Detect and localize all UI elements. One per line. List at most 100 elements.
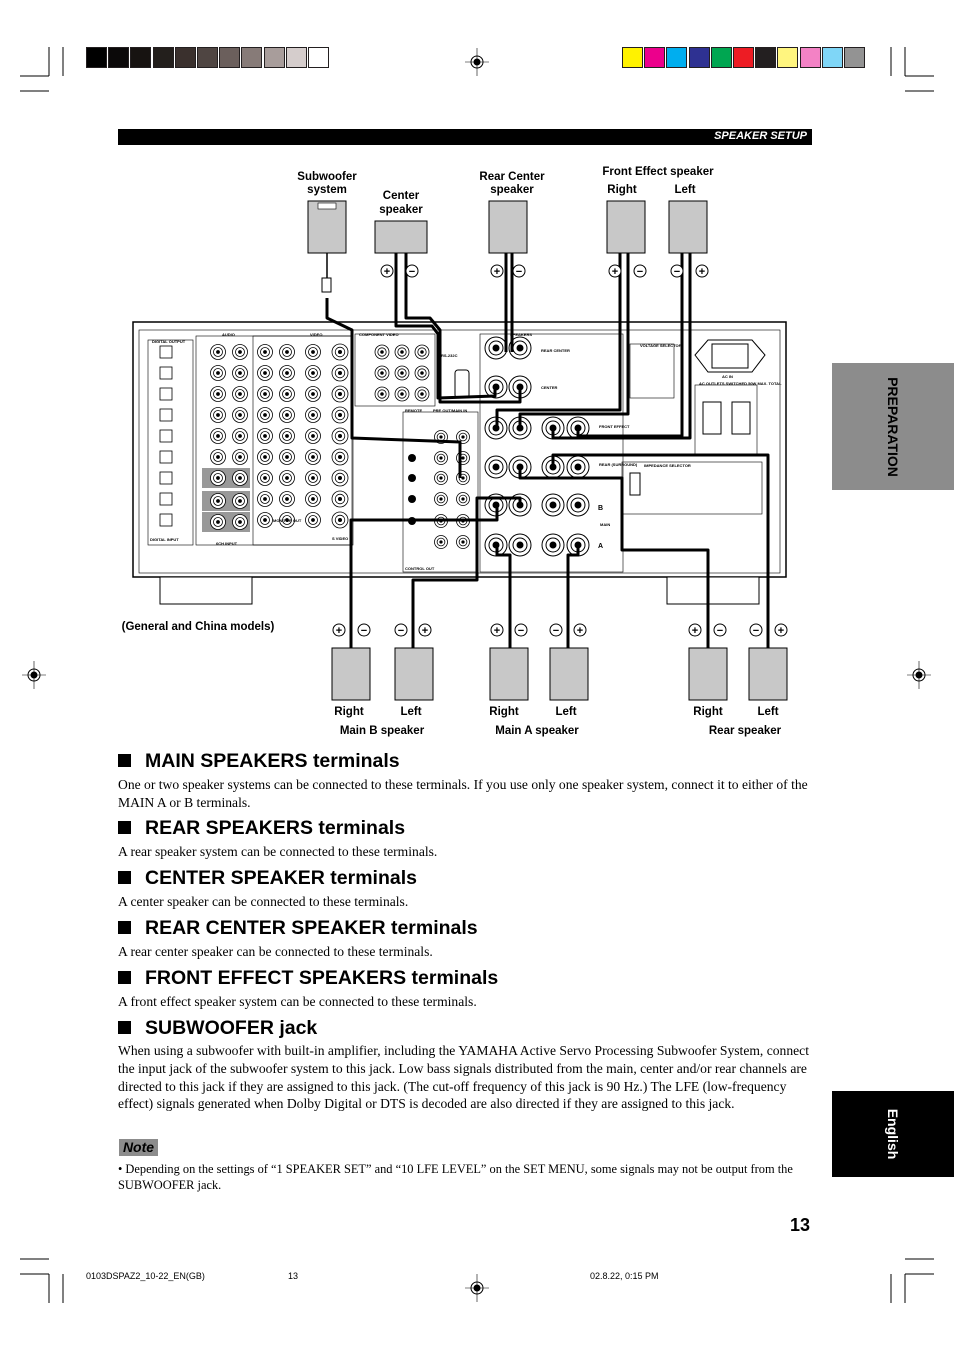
rca-jack-icon [434, 451, 448, 465]
speaker-terminal-icon [484, 336, 508, 360]
color-swatch [130, 47, 152, 68]
rear-center-label-1: Rear Center [479, 171, 545, 183]
rca-jack-icon [305, 344, 321, 360]
optical-jack-icon [159, 345, 173, 359]
svg-text:+: + [336, 625, 342, 637]
plus-terminal-icon: + [490, 623, 504, 637]
minus-terminal-icon: − [394, 623, 408, 637]
svg-text:−: − [516, 266, 522, 278]
body-rear-speakers: A rear speaker system can be connected t… [118, 844, 438, 859]
label-remote: REMOTE [405, 408, 422, 413]
svg-text:+: + [612, 266, 618, 278]
label-control-out: CONTROL OUT [405, 566, 435, 571]
svg-text:+: + [494, 625, 500, 637]
subwoofer-label-1: Subwoofer [297, 171, 357, 183]
registration-marks [22, 48, 931, 1302]
color-swatch [197, 47, 218, 68]
label-pre-out: PRE OUT/MAIN IN [433, 408, 467, 413]
plus-terminal-icon: + [688, 623, 702, 637]
heading-rear-speakers: REAR SPEAKERS terminals [118, 817, 405, 840]
label-main: MAIN [600, 522, 610, 527]
rca-jack-icon [210, 514, 226, 530]
rca-jack-icon [331, 385, 349, 403]
label-rear: REAR (SURROUND) [599, 462, 638, 467]
color-swatch [86, 47, 107, 68]
rca-jack-icon [257, 344, 273, 360]
rca-jack-icon [257, 491, 273, 507]
label-rs232c: RS-232C [441, 353, 458, 358]
rca-jack-icon [279, 365, 295, 381]
color-swatch [777, 47, 799, 68]
rca-jack-icon [374, 344, 390, 360]
rca-jack-icon [305, 491, 321, 507]
speaker-terminal-icon [541, 533, 565, 557]
label-voltage: VOLTAGE SELECTOR [640, 343, 682, 348]
svg-text:−: − [674, 266, 680, 278]
label-ac-outlets: AC OUTLETS SWITCHED 50W MAX. TOTAL [699, 381, 782, 386]
rca-jack-icon [232, 344, 248, 360]
section-header-bar: SPEAKER SETUP [118, 129, 812, 145]
bottom-speakers [331, 647, 788, 701]
label-component-video: COMPONENT VIDEO [359, 332, 399, 337]
rca-jack-icon [257, 386, 273, 402]
crop-marks [20, 47, 934, 1303]
front-effect-left-speaker-icon [668, 200, 708, 254]
label-6ch-input: 6CH INPUT [216, 541, 238, 546]
rca-jack-icon [279, 491, 295, 507]
heading-center-speaker: CENTER SPEAKER terminals [118, 867, 417, 890]
svg-text:+: + [422, 625, 428, 637]
rca-jack-icon [305, 512, 321, 528]
rca-jack-icon [232, 365, 248, 381]
rca-jack-icon [394, 344, 410, 360]
speaker-terminal-icon [508, 533, 532, 557]
color-swatch [308, 47, 329, 68]
svg-text:−: − [361, 625, 367, 637]
main-a-left-label: Left [555, 706, 576, 718]
rca-jack-icon [279, 386, 295, 402]
rca-jack-icon [305, 386, 321, 402]
label-front-effect: FRONT EFFECT [599, 424, 630, 429]
label-impedance: IMPEDANCE SELECTOR [644, 463, 691, 468]
rca-jack-icon [210, 407, 226, 423]
speaker-terminal-icon [566, 493, 590, 517]
rca-jack-icon [210, 428, 226, 444]
rca-jack-icon [456, 535, 470, 549]
minus-terminal-icon: − [749, 623, 763, 637]
subwoofer-label-2: system [307, 184, 347, 196]
heading-rear-center-speaker: REAR CENTER SPEAKER terminals [118, 917, 478, 940]
rca-jack-icon [210, 365, 226, 381]
rca-jack-icon [394, 386, 410, 402]
svg-text:+: + [778, 625, 784, 637]
main-b-right-label: Right [334, 706, 364, 718]
minus-terminal-icon: − [633, 264, 647, 278]
rca-jack-icon [331, 343, 349, 361]
rear-center-label-2: speaker [490, 184, 534, 196]
rca-jack-icon [434, 471, 448, 485]
page-number: 13 [790, 1215, 811, 1235]
minus-terminal-icon: − [713, 623, 727, 637]
rca-jack-icon [210, 344, 226, 360]
label-digital-input: DIGITAL INPUT [150, 537, 179, 542]
svg-text:−: − [398, 625, 404, 637]
heading-front-effect-speakers: FRONT EFFECT SPEAKERS terminals [118, 967, 498, 990]
note-label: Note [122, 1139, 155, 1155]
speaker-terminal-icon [541, 493, 565, 517]
color-swatch [108, 47, 130, 68]
color-swatch [285, 47, 307, 68]
optical-jack-icon [159, 387, 173, 401]
optical-jack-icon [159, 408, 173, 422]
preparation-tab-label: PREPARATION [885, 376, 901, 477]
rca-jack-icon [456, 471, 470, 485]
rca-jack-icon [305, 407, 321, 423]
center-label-1: Center [383, 190, 420, 202]
plus-terminal-icon: + [573, 623, 587, 637]
body-subwoofer-jack: When using a subwoofer with built-in amp… [118, 1043, 809, 1112]
footer-page: 13 [288, 1271, 299, 1281]
note-label-box: Note [119, 1139, 158, 1156]
main-a-right-label: Right [489, 706, 519, 718]
label-monitor-out: MONITOR OUT [273, 518, 302, 523]
registration-mark-icon [465, 1274, 489, 1302]
footer-file: 0103DSPAZ2_10-22_EN(GB) [86, 1271, 205, 1281]
preparation-tab: PREPARATION [832, 363, 954, 490]
rear-right-label: Right [693, 706, 723, 718]
